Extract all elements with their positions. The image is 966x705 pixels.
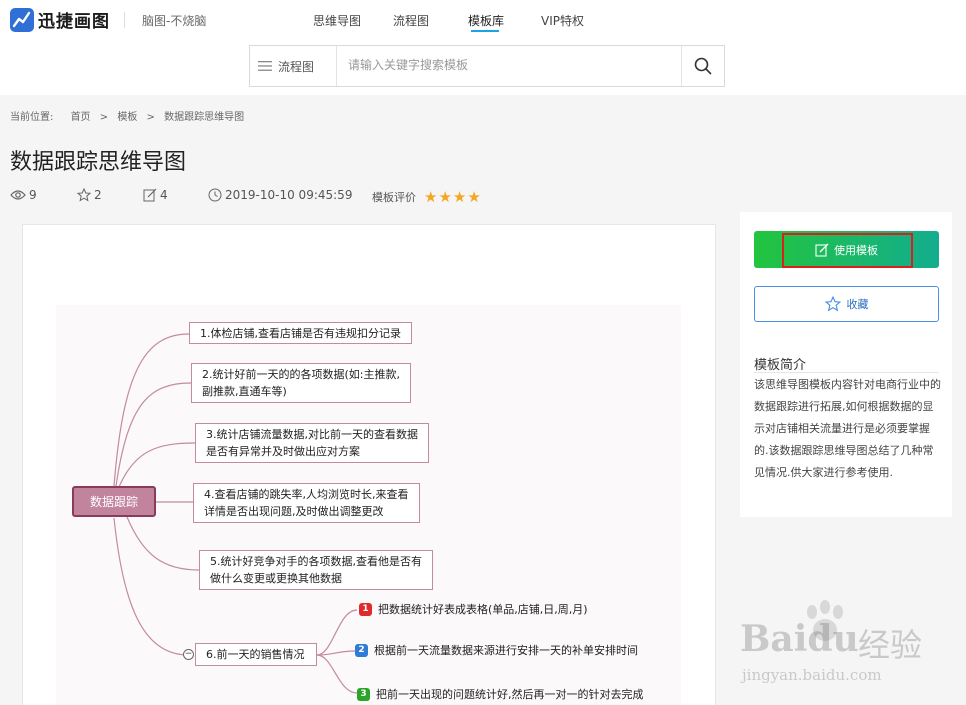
mindmap-branch-1[interactable]: 1.体检店铺,查看店铺是否有违规扣分记录: [189, 322, 412, 344]
logo-chart-icon: [10, 7, 34, 32]
logo-text: 迅捷画图: [38, 12, 110, 32]
nav-active-underline: [471, 30, 499, 32]
favorite-label: 收藏: [846, 298, 869, 311]
publish-datetime: 2019-10-10 09:45:59: [208, 188, 352, 202]
mindmap-branch-5[interactable]: 5.统计好竞争对手的各项数据,查看他是否有 做什么变更或更换其他数据: [199, 550, 433, 590]
likes-count[interactable]: 2: [77, 188, 102, 202]
breadcrumb-templates[interactable]: 模板: [117, 112, 137, 123]
use-template-button[interactable]: 使用模板: [754, 231, 939, 268]
use-template-label: 使用模板: [834, 243, 878, 257]
priority-3-icon: 3: [357, 687, 370, 701]
intro-text: 该思维导图模板内容针对电商行业中的数据跟踪进行拓展,如何根据数据的显示对店铺相关…: [754, 378, 941, 479]
nav-templates[interactable]: 模板库: [468, 12, 504, 29]
views-count: 9: [10, 188, 37, 202]
breadcrumb-home[interactable]: 首页: [71, 112, 91, 123]
page-title: 数据跟踪思维导图: [10, 150, 187, 175]
nav-mindmap[interactable]: 思维导图: [313, 12, 361, 29]
watermark-brand: Baidu: [740, 618, 859, 660]
edit-icon: [143, 188, 157, 202]
mindmap-subtask-3[interactable]: 3 把前一天出现的问题统计好,然后再一对一的针对去完成: [357, 686, 644, 702]
search-category-select[interactable]: 流程图: [250, 46, 337, 86]
mindmap-connectors: [113, 333, 358, 694]
sidebar: 使用模板 收藏 模板简介 该思维导图模板内容针对电商行业中的数据跟踪进行拓展,如…: [740, 212, 952, 517]
mindmap-branch-4[interactable]: 4.查看店铺的跳失率,人均浏览时长,来查看 详情是否出现问题,及时做出调整更改: [193, 483, 420, 523]
clock-icon: [208, 188, 222, 202]
star-icon: ★: [467, 188, 481, 206]
slogan: 脑图-不烧脑: [142, 14, 207, 28]
logo-divider: [124, 12, 125, 28]
breadcrumb-separator: >: [99, 112, 109, 123]
edits-count: 4: [143, 188, 168, 202]
edit-icon: [815, 243, 829, 257]
eye-icon: [10, 190, 26, 200]
nav-vip[interactable]: VIP特权: [541, 12, 584, 29]
watermark: Baidu 经验 jingyan.baidu.com: [740, 600, 966, 700]
mindmap-root[interactable]: 数据跟踪: [72, 486, 156, 517]
search-category-label: 流程图: [278, 59, 315, 74]
paw-logo-icon: [807, 600, 843, 641]
branch-text: 做什么变更或更换其他数据: [210, 571, 342, 585]
breadcrumb-current: 数据跟踪思维导图: [164, 112, 245, 123]
branch-text: 6.前一天的销售情况: [206, 648, 305, 661]
watermark-url: jingyan.baidu.com: [742, 666, 882, 684]
favorite-button[interactable]: 收藏: [754, 286, 939, 322]
rating-stars: ★ ★ ★ ★: [424, 188, 482, 206]
menu-icon: [258, 61, 272, 71]
likes-value: 2: [94, 188, 102, 202]
search-button[interactable]: [681, 46, 724, 86]
template-preview: 数据跟踪 1.体检店铺,查看店铺是否有违规扣分记录 2.统计好前一天的的各项数据…: [22, 224, 716, 705]
watermark-cn: 经验: [858, 626, 923, 664]
branch-text: 副推款,直通车等): [202, 384, 287, 398]
subtask-text: 把数据统计好表成表格(单品,店铺,日,周,月): [378, 603, 588, 616]
mindmap-branch-6[interactable]: 6.前一天的销售情况: [195, 643, 317, 666]
branch-text: 1.体检店铺,查看店铺是否有违规扣分记录: [200, 327, 401, 340]
star-icon: ★: [424, 188, 438, 206]
breadcrumb-prefix: 当前位置:: [10, 112, 54, 123]
star-icon: ★: [438, 188, 452, 206]
branch-text: 详情是否出现问题,及时做出调整更改: [204, 504, 384, 518]
search-icon: [694, 57, 712, 75]
star-outline-icon: [824, 296, 841, 312]
mindmap-branch-2[interactable]: 2.统计好前一天的的各项数据(如:主推款, 副推款,直通车等): [191, 363, 411, 403]
branch-text: 是否有异常并及时做出应对方案: [206, 444, 360, 458]
logo[interactable]: 迅捷画图: [10, 7, 110, 32]
branch-text: 5.统计好竞争对手的各项数据,查看他是否有: [210, 555, 422, 568]
subtask-text: 根据前一天流量数据来源进行安排一天的补单安排时间: [374, 644, 638, 657]
search-input[interactable]: [348, 58, 668, 72]
mindmap-subtask-1[interactable]: 1 把数据统计好表成表格(单品,店铺,日,周,月): [359, 601, 588, 617]
branch-text: 2.统计好前一天的的各项数据(如:主推款,: [202, 368, 400, 381]
edits-value: 4: [160, 188, 168, 202]
priority-1-icon: 1: [359, 602, 372, 616]
rating-label: 模板评价: [372, 191, 416, 204]
branch-text: 4.查看店铺的跳失率,人均浏览时长,来查看: [204, 488, 409, 501]
header: 迅捷画图 脑图-不烧脑 思维导图 流程图 模板库 VIP特权 流程图: [0, 0, 966, 95]
star-outline-icon: [77, 188, 91, 202]
search-bar: 流程图: [249, 45, 725, 87]
intro-title: 模板简介: [754, 358, 807, 373]
mindmap-branch-3[interactable]: 3.统计店铺流量数据,对比前一天的查看数据 是否有异常并及时做出应对方案: [195, 423, 429, 463]
nav-flowchart[interactable]: 流程图: [393, 12, 429, 29]
datetime-value: 2019-10-10 09:45:59: [225, 188, 353, 202]
breadcrumb: 当前位置: 首页 > 模板 > 数据跟踪思维导图: [10, 108, 250, 123]
star-icon: ★: [452, 188, 467, 206]
priority-2-icon: 2: [355, 643, 368, 657]
intro-divider: [754, 372, 939, 373]
breadcrumb-separator: >: [146, 112, 155, 123]
collapse-toggle[interactable]: −: [183, 649, 194, 660]
mindmap-subtask-2[interactable]: 2 根据前一天流量数据来源进行安排一天的补单安排时间: [355, 642, 638, 658]
branch-text: 3.统计店铺流量数据,对比前一天的查看数据: [206, 428, 418, 441]
views-value: 9: [29, 188, 37, 202]
rating: 模板评价 ★ ★ ★ ★: [372, 188, 482, 206]
subtask-text: 把前一天出现的问题统计好,然后再一对一的针对去完成: [376, 688, 644, 701]
